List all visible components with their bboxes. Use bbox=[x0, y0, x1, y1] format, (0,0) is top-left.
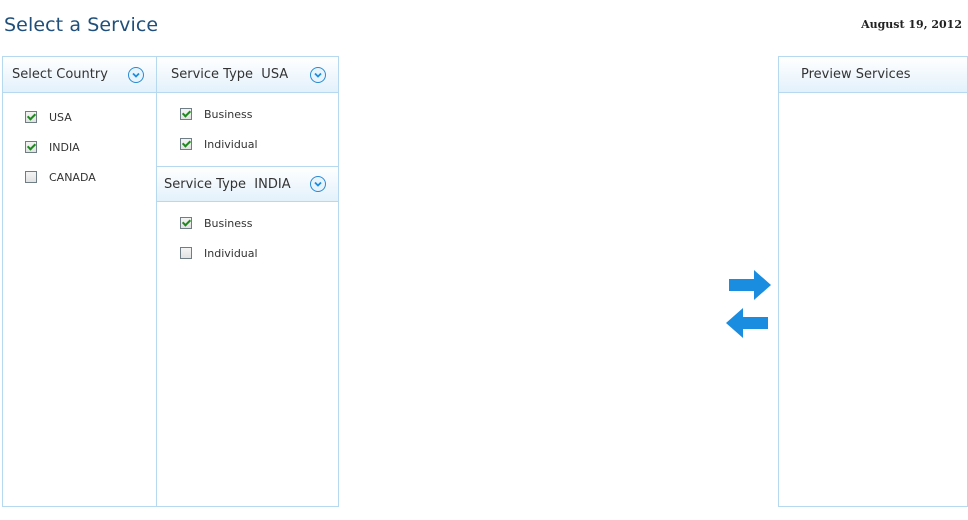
preview-panel: Preview Services bbox=[778, 56, 968, 507]
country-panel-title: Select Country bbox=[12, 67, 108, 82]
preview-panel-title: Preview Services bbox=[801, 67, 911, 82]
service-india-list: Business Individual bbox=[157, 202, 338, 268]
chevron-down-icon[interactable] bbox=[128, 66, 144, 83]
service-label: Individual bbox=[204, 137, 258, 151]
service-india-header: Service Type INDIA bbox=[157, 166, 338, 202]
country-list: USA INDIA CANADA bbox=[3, 93, 156, 192]
country-label: INDIA bbox=[49, 140, 80, 154]
checkbox[interactable] bbox=[180, 108, 192, 120]
chevron-down-icon[interactable] bbox=[310, 176, 326, 192]
service-label: Business bbox=[204, 216, 253, 230]
preview-panel-header: Preview Services bbox=[779, 57, 967, 93]
arrow-left-icon bbox=[726, 308, 768, 338]
service-usa-individual[interactable]: Individual bbox=[180, 129, 338, 159]
checkbox[interactable] bbox=[25, 111, 37, 123]
country-label: CANADA bbox=[49, 170, 96, 184]
service-india-business[interactable]: Business bbox=[180, 208, 338, 238]
move-left-button[interactable] bbox=[725, 307, 769, 343]
service-usa-header: Service Type USA bbox=[157, 57, 338, 93]
country-item-canada[interactable]: CANADA bbox=[25, 162, 156, 192]
move-right-button[interactable] bbox=[728, 269, 772, 305]
arrow-right-icon bbox=[729, 270, 771, 300]
checkbox[interactable] bbox=[180, 247, 192, 259]
chevron-down-icon[interactable] bbox=[310, 66, 326, 83]
service-label: Individual bbox=[204, 246, 258, 260]
country-panel: Select Country USA INDIA CANADA bbox=[2, 56, 157, 507]
page-title: Select a Service bbox=[4, 14, 159, 36]
service-india-individual[interactable]: Individual bbox=[180, 238, 338, 268]
country-panel-header: Select Country bbox=[3, 57, 156, 93]
service-label: Business bbox=[204, 107, 253, 121]
checkbox[interactable] bbox=[25, 171, 37, 183]
service-type-panel: Service Type USA Business Individual Ser… bbox=[156, 56, 339, 507]
page-date: August 19, 2012 bbox=[861, 18, 962, 31]
checkbox[interactable] bbox=[180, 217, 192, 229]
checkbox[interactable] bbox=[25, 141, 37, 153]
service-usa-business[interactable]: Business bbox=[180, 99, 338, 129]
country-item-usa[interactable]: USA bbox=[25, 102, 156, 132]
service-usa-title: Service Type USA bbox=[171, 67, 289, 82]
country-item-india[interactable]: INDIA bbox=[25, 132, 156, 162]
service-usa-list: Business Individual bbox=[157, 93, 338, 159]
service-india-title: Service Type INDIA bbox=[164, 176, 291, 192]
checkbox[interactable] bbox=[180, 138, 192, 150]
country-label: USA bbox=[49, 110, 72, 124]
preview-list bbox=[779, 93, 967, 503]
